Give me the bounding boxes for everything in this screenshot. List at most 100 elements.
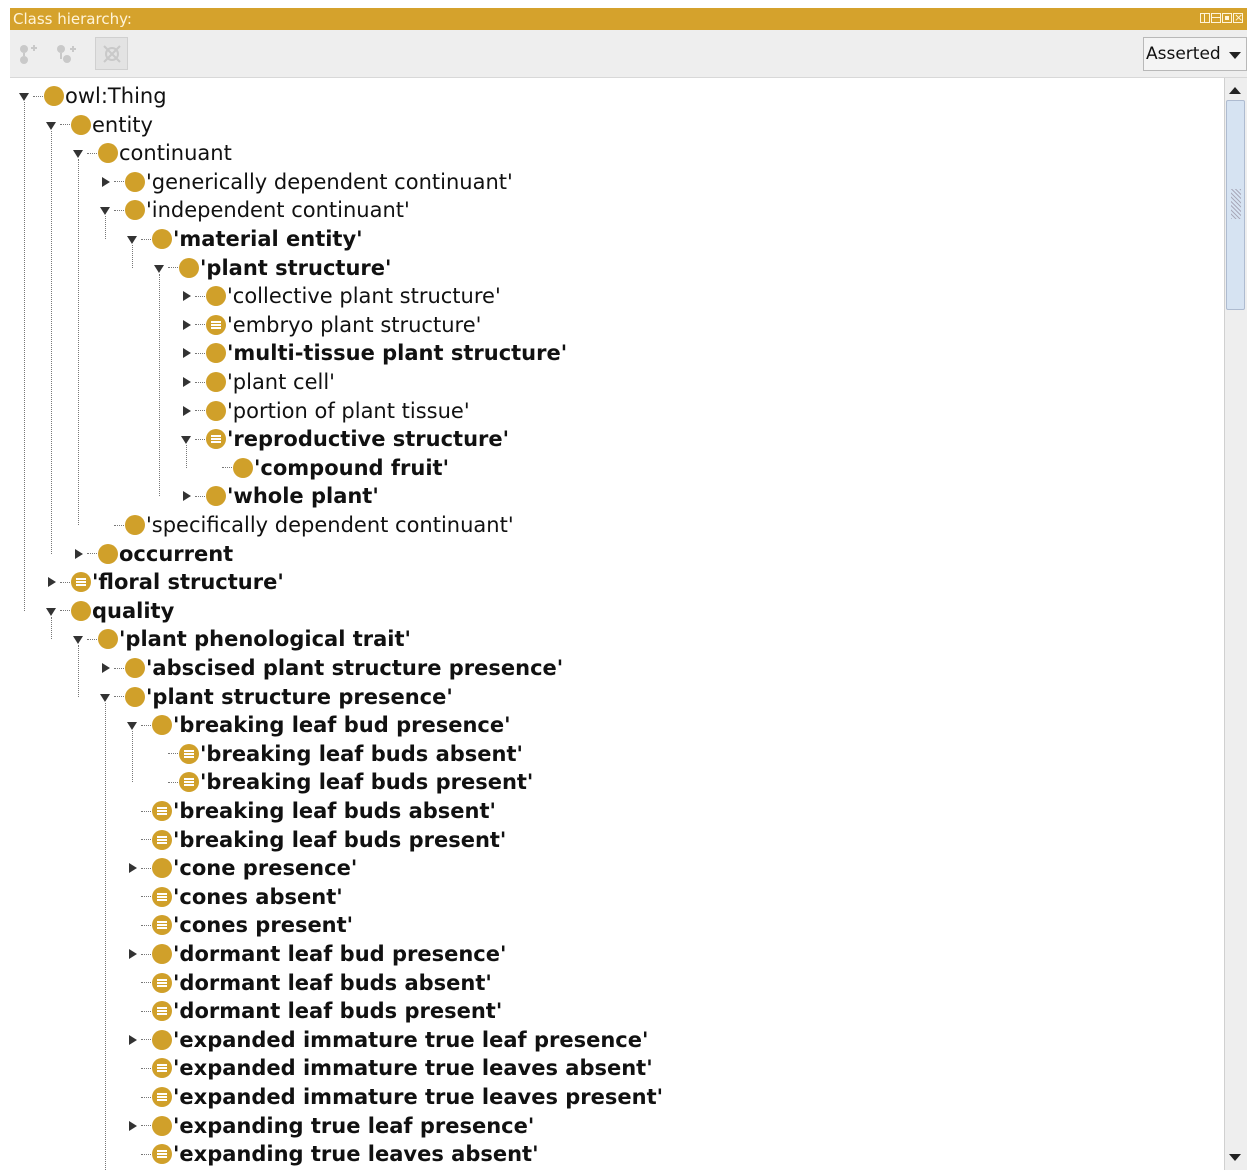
expanded-toggle-icon[interactable] (45, 119, 57, 131)
tree-node[interactable]: 'breaking leaf buds present' (153, 768, 533, 796)
tree-node[interactable]: 'expanding true leaf presence' (126, 1112, 534, 1140)
tree-node[interactable]: 'generically dependent continuant' (99, 168, 513, 196)
tree-connector (195, 410, 205, 412)
tree-node[interactable]: 'cones absent' (126, 883, 343, 911)
defined-class-icon (206, 429, 226, 450)
tree-connector (141, 1096, 151, 1098)
top-strip (0, 0, 1247, 8)
scrollbar-thumb[interactable] (1226, 100, 1245, 310)
expanded-toggle-icon[interactable] (99, 691, 111, 703)
tree-node[interactable]: quality (45, 597, 174, 625)
delete-class-button[interactable] (95, 37, 128, 70)
expanded-toggle-icon[interactable] (18, 90, 30, 102)
tree-connector (141, 1067, 151, 1069)
tree-node[interactable]: 'material entity' (126, 225, 363, 253)
collapsed-toggle-icon[interactable] (126, 862, 138, 874)
collapsed-toggle-icon[interactable] (180, 290, 192, 302)
vertical-scrollbar[interactable] (1224, 78, 1247, 1170)
defined-class-icon (179, 743, 199, 764)
tree-node[interactable]: 'independent continuant' (99, 196, 410, 224)
class-icon (179, 257, 199, 278)
scroll-down-icon[interactable] (1229, 1154, 1241, 1161)
tree-connector (195, 438, 205, 440)
scroll-up-icon[interactable] (1229, 87, 1241, 94)
expanded-toggle-icon[interactable] (45, 605, 57, 617)
tree-node[interactable]: 'expanded immature true leaves present' (126, 1083, 663, 1111)
collapsed-toggle-icon[interactable] (126, 948, 138, 960)
tree-node[interactable]: 'plant phenological trait' (72, 625, 411, 653)
view-controls (1200, 7, 1243, 29)
tree-node[interactable]: 'cone presence' (126, 854, 357, 882)
collapsed-toggle-icon[interactable] (45, 576, 57, 588)
class-icon (206, 372, 226, 392)
collapsed-toggle-icon[interactable] (180, 490, 192, 502)
collapsed-toggle-icon[interactable] (180, 319, 192, 331)
expanded-toggle-icon[interactable] (126, 719, 138, 731)
tree-connector (114, 181, 124, 183)
tree-node-label: 'collective plant structure' (227, 284, 501, 309)
tree-node[interactable]: 'compound fruit' (207, 454, 449, 482)
tree-node[interactable]: 'specifically dependent continuant' (99, 511, 514, 539)
add-subclass-button[interactable] (11, 37, 44, 70)
tree-node[interactable]: 'expanding true leaves absent' (126, 1140, 539, 1168)
tree-node[interactable]: 'plant structure presence' (99, 683, 453, 711)
tree-node[interactable]: 'embryo plant structure' (180, 311, 481, 339)
class-icon (125, 686, 145, 707)
collapsed-toggle-icon[interactable] (126, 1120, 138, 1132)
collapsed-toggle-icon[interactable] (99, 176, 111, 188)
collapsed-toggle-icon[interactable] (180, 376, 192, 388)
collapsed-toggle-icon[interactable] (180, 405, 192, 417)
expanded-toggle-icon[interactable] (153, 262, 165, 274)
float-view-icon[interactable] (1211, 13, 1221, 23)
expanded-toggle-icon[interactable] (180, 433, 192, 445)
collapsed-toggle-icon[interactable] (99, 662, 111, 674)
tree-node[interactable]: 'breaking leaf buds absent' (126, 797, 496, 825)
tree-connector (141, 982, 151, 984)
expanded-toggle-icon[interactable] (72, 147, 84, 159)
add-sibling-button[interactable] (49, 37, 82, 70)
tree-node[interactable]: 'multi-tissue plant structure' (180, 339, 567, 367)
tree-node-label: 'expanded immature true leaves present' (173, 1085, 664, 1109)
tree-node[interactable]: 'breaking leaf buds present' (126, 826, 506, 854)
class-tree[interactable]: owl:Thing entity continuant 'generically de… (10, 78, 1224, 1170)
tree-node[interactable]: owl:Thing (18, 82, 167, 110)
tree-node[interactable]: 'breaking leaf bud presence' (126, 711, 511, 739)
tree-node[interactable]: occurrent (72, 540, 233, 568)
tree-node[interactable]: 'breaking leaf buds absent' (153, 740, 523, 768)
tree-node[interactable]: 'reproductive structure' (180, 425, 509, 453)
tree-node[interactable]: 'dormant leaf bud presence' (126, 940, 506, 968)
leaf-spacer (126, 919, 138, 931)
tree-node[interactable]: 'floral structure' (45, 568, 284, 596)
collapsed-toggle-icon[interactable] (72, 548, 84, 560)
tree-node[interactable]: 'cones present' (126, 911, 353, 939)
tree-node[interactable]: 'whole plant' (180, 482, 379, 510)
class-icon (206, 286, 226, 307)
tree-node[interactable]: 'plant cell' (180, 368, 335, 396)
tree-connector (60, 581, 70, 583)
tree-node[interactable]: entity (45, 111, 153, 139)
tree-node[interactable]: 'abscised plant structure presence' (99, 654, 563, 682)
tree-connector (141, 953, 151, 955)
tree-node-label: continuant (119, 141, 232, 166)
tree-node[interactable]: 'collective plant structure' (180, 282, 501, 310)
maximize-view-icon[interactable] (1222, 13, 1232, 23)
tree-node-label: owl:Thing (65, 84, 167, 108)
tree-node[interactable]: 'expanded immature true leaf presence' (126, 1026, 648, 1054)
expanded-toggle-icon[interactable] (99, 204, 111, 216)
tree-node[interactable]: 'portion of plant tissue' (180, 397, 470, 425)
tree-node[interactable]: 'dormant leaf buds absent' (126, 969, 492, 997)
close-view-icon[interactable] (1233, 7, 1243, 29)
class-icon (125, 515, 145, 535)
hierarchy-view-select[interactable]: Asserted (1143, 37, 1247, 71)
tree-node[interactable]: 'plant structure' (153, 254, 391, 282)
collapsed-toggle-icon[interactable] (180, 347, 192, 359)
split-view-icon[interactable] (1200, 13, 1210, 23)
tree-node[interactable]: 'expanded immature true leaves absent' (126, 1054, 653, 1082)
leaf-spacer (126, 1091, 138, 1103)
tree-node[interactable]: 'dormant leaf buds present' (126, 997, 502, 1025)
expanded-toggle-icon[interactable] (72, 633, 84, 645)
tree-node[interactable]: continuant (72, 139, 232, 167)
tree-node-label: 'plant cell' (227, 370, 335, 394)
expanded-toggle-icon[interactable] (126, 233, 138, 245)
collapsed-toggle-icon[interactable] (126, 1034, 138, 1046)
